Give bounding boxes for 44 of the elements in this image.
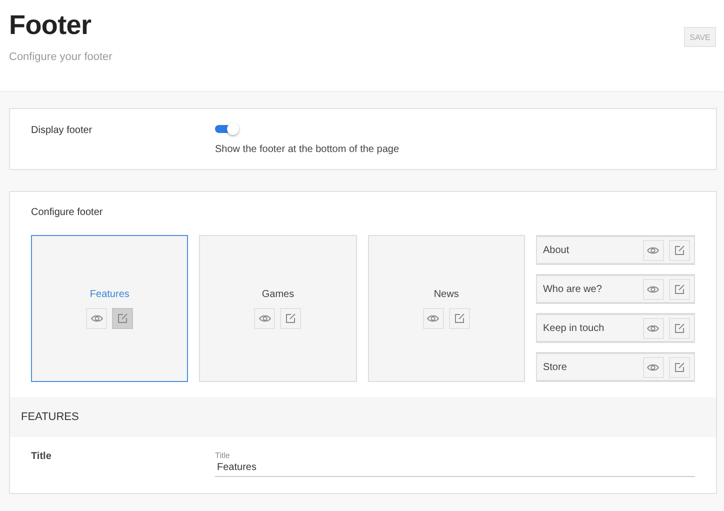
eye-icon [427,314,440,322]
visibility-button[interactable] [642,318,664,338]
edit-button[interactable] [668,356,690,378]
visibility-button[interactable] [642,278,664,300]
edit-button[interactable] [668,318,690,338]
edit-button[interactable] [280,308,302,328]
edit-icon [674,362,685,372]
title-input[interactable]: Title Features [215,451,695,477]
eye-icon [647,246,660,254]
eye-icon [647,324,660,332]
visibility-button[interactable] [86,308,108,328]
edit-button[interactable] [668,278,690,300]
edit-icon [674,284,685,294]
eye-icon [90,314,103,322]
field-label: Title [31,451,52,464]
edit-icon [674,244,685,256]
edit-button[interactable] [112,308,134,328]
toggle-switch[interactable] [215,123,239,135]
edit-button[interactable] [668,240,690,260]
field-label: Display footer [31,124,94,138]
section-header: FEATURES [10,397,716,437]
footer-link-row[interactable]: Keep in touch [536,313,695,343]
page-subtitle: Configure your footer [9,51,112,63]
edit-button[interactable] [448,308,470,328]
edit-icon [285,312,296,324]
eye-icon [647,284,660,294]
eye-icon [258,314,271,322]
footer-block[interactable]: News [368,235,525,382]
hint-text: Show the footer at the bottom of the page [215,144,400,155]
visibility-button[interactable] [642,240,664,260]
section-label: Configure footer [30,206,104,218]
footer-block[interactable]: Games [199,235,357,382]
footer-link-row[interactable]: About [536,235,695,265]
visibility-button[interactable] [254,308,276,328]
visibility-button[interactable] [422,308,444,328]
visibility-button[interactable] [642,356,664,378]
page-title: Footer [9,10,92,41]
edit-icon [454,312,465,324]
footer-link-row[interactable]: Store [536,352,695,382]
footer-link-row[interactable]: Who are we? [536,274,695,304]
edit-icon [674,322,685,334]
edit-icon [117,312,128,324]
footer-block[interactable]: Features [31,235,188,382]
eye-icon [647,362,660,372]
